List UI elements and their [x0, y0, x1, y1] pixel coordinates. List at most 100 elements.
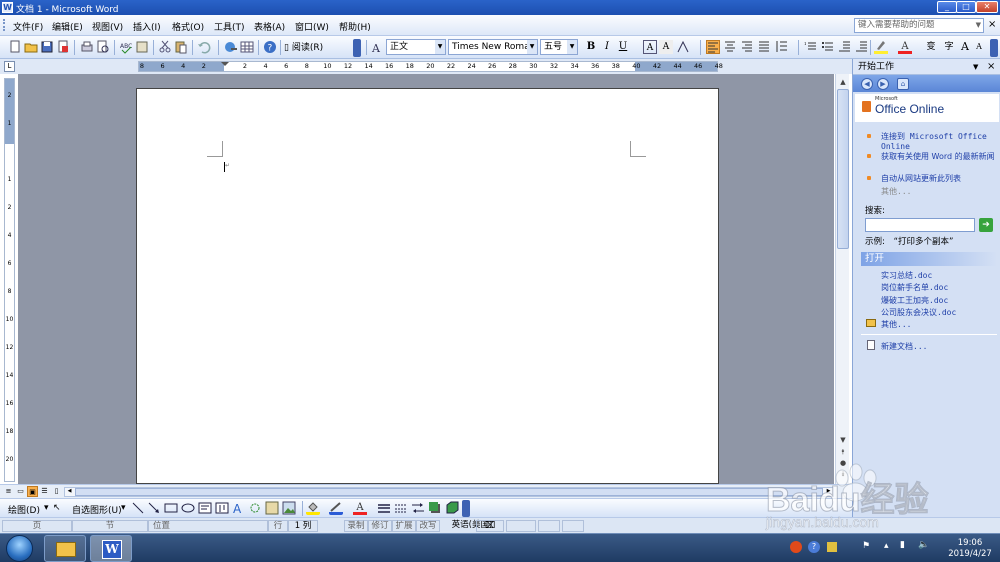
menu-table[interactable]: 表格(A) — [254, 20, 285, 33]
undo-icon[interactable] — [197, 40, 211, 54]
forward-icon[interactable]: ▶ — [877, 78, 889, 90]
normal-view-icon[interactable]: ≡ — [3, 486, 14, 497]
3d-style-icon[interactable] — [445, 501, 459, 515]
select-objects-icon[interactable]: ↖ — [53, 503, 61, 513]
char-border-button[interactable]: A — [643, 40, 657, 54]
autoshapes-button[interactable]: 自选图形(U) — [72, 503, 122, 516]
toolbar-options-icon[interactable] — [462, 500, 470, 517]
spelling-status-icon[interactable]: ⌧ — [476, 520, 504, 532]
status-extend[interactable]: 扩展 — [392, 520, 416, 532]
font-size-select[interactable]: 五号 ▼ — [540, 39, 578, 55]
font-select[interactable]: Times New Roman ▼ — [448, 39, 538, 55]
recent-file-1[interactable]: 实习总结.doc — [881, 271, 999, 281]
next-page-icon[interactable]: ⯯ — [837, 468, 849, 480]
line-style-icon[interactable] — [377, 501, 391, 515]
recent-file-4[interactable]: 公司股东会决议.doc — [881, 308, 999, 318]
rectangle-tool-icon[interactable] — [164, 501, 178, 515]
phonetic-guide-icon[interactable] — [676, 40, 690, 54]
styles-pane-icon[interactable]: A — [370, 40, 384, 54]
arrow-tool-icon[interactable] — [147, 501, 161, 515]
vertical-ruler[interactable]: 2 1 1 2 4 6 8 10 12 14 16 18 20 — [4, 78, 15, 482]
bold-button[interactable]: B — [584, 40, 598, 54]
oval-tool-icon[interactable] — [181, 501, 195, 515]
paste-icon[interactable] — [174, 40, 188, 54]
page-view-icon[interactable]: ▣ — [27, 486, 38, 497]
reading-view-icon[interactable]: ▯ — [51, 486, 62, 497]
shrink-font-button[interactable]: A — [972, 40, 986, 54]
volume-icon[interactable]: 🔈 — [918, 540, 929, 550]
outline-view-icon[interactable]: ☰ — [39, 486, 50, 497]
maximize-button[interactable]: □ — [956, 1, 976, 13]
menu-window[interactable]: 窗口(W) — [295, 20, 329, 33]
style-select[interactable]: 正文 ▼ — [386, 39, 446, 55]
network-icon[interactable]: ▮ — [900, 540, 905, 550]
toolbar-options-icon[interactable] — [990, 39, 998, 57]
save-icon[interactable] — [40, 40, 54, 54]
menu-file[interactable]: 文件(F) — [13, 20, 43, 33]
web-view-icon[interactable]: ▭ — [15, 486, 26, 497]
table-icon[interactable] — [240, 40, 254, 54]
first-line-indent-marker[interactable] — [221, 62, 229, 66]
decrease-indent-button[interactable] — [837, 40, 851, 54]
hyperlink-icon[interactable] — [224, 40, 238, 54]
menu-tools[interactable]: 工具(T) — [214, 20, 245, 33]
back-icon[interactable]: ◀ — [861, 78, 873, 90]
diagram-icon[interactable] — [248, 501, 262, 515]
help-icon[interactable]: ? — [263, 40, 277, 54]
menu-help[interactable]: 帮助(H) — [339, 20, 371, 33]
close-pane-icon[interactable]: × — [987, 59, 995, 75]
fill-color-icon[interactable] — [306, 501, 320, 515]
permission-icon[interactable] — [56, 40, 70, 54]
tray-icon[interactable] — [827, 542, 837, 552]
task-pane-header[interactable]: 开始工作 ▼ × — [853, 59, 1000, 75]
underline-button[interactable]: U — [616, 40, 630, 54]
word-taskbar-button[interactable]: W — [90, 535, 132, 562]
align-left-button[interactable] — [706, 40, 720, 54]
font-color-button[interactable]: A — [898, 40, 912, 54]
menu-grip[interactable] — [3, 19, 6, 31]
new-doc-icon[interactable] — [8, 40, 22, 54]
sogou-ime-icon[interactable] — [790, 541, 802, 553]
status-record[interactable]: 录制 — [344, 520, 368, 532]
help-tray-icon[interactable]: ? — [808, 541, 820, 553]
dash-style-icon[interactable] — [394, 501, 408, 515]
print-icon[interactable] — [80, 40, 94, 54]
menu-view[interactable]: 视图(V) — [92, 20, 123, 33]
chevron-down-icon[interactable]: ▼ — [973, 59, 978, 75]
scroll-up-icon[interactable]: ▲ — [837, 76, 849, 88]
recent-file-3[interactable]: 爆破工王加亮.doc — [881, 296, 999, 306]
menu-insert[interactable]: 插入(I) — [133, 20, 161, 33]
link-auto-update[interactable]: 自动从网站更新此列表 — [881, 174, 999, 184]
enclose-char-button[interactable]: 字 — [942, 40, 956, 54]
link-more[interactable]: 其他... — [881, 187, 999, 197]
taskbar-clock[interactable]: 19:06 2019/4/27 — [940, 538, 1000, 560]
document-page[interactable]: ↵ — [136, 88, 719, 484]
flag-icon[interactable]: ⚑ — [862, 541, 870, 551]
horizontal-scrollbar[interactable]: ◀ ▶ — [64, 487, 834, 497]
highlight-button[interactable] — [874, 40, 888, 54]
home-icon[interactable]: ⌂ — [897, 78, 909, 90]
line-tool-icon[interactable] — [131, 501, 145, 515]
toolbar-options-icon[interactable] — [353, 39, 361, 57]
scroll-left-icon[interactable]: ◀ — [65, 488, 74, 496]
print-preview-icon[interactable] — [96, 40, 110, 54]
textbox-tool-icon[interactable] — [198, 501, 212, 515]
minimize-button[interactable]: _ — [937, 1, 957, 13]
link-connect-office-online[interactable]: 连接到 Microsoft Office Online — [881, 132, 999, 152]
draw-font-color-icon[interactable]: A — [353, 501, 367, 515]
line-color-icon[interactable] — [329, 501, 343, 515]
task-pane-search-input[interactable] — [865, 218, 975, 232]
picture-icon[interactable] — [282, 501, 296, 515]
line-spacing-button[interactable] — [774, 40, 788, 54]
open-more-link[interactable]: 其他... — [881, 320, 999, 330]
status-track[interactable]: 修订 — [368, 520, 392, 532]
char-scale-button[interactable]: 变 — [924, 40, 938, 54]
menu-edit[interactable]: 编辑(E) — [52, 20, 83, 33]
close-doc-icon[interactable]: × — [988, 19, 996, 30]
vertical-scrollbar[interactable]: ▲ ▼ ⯭ ● ⯯ — [835, 74, 849, 484]
scroll-right-icon[interactable]: ▶ — [824, 488, 833, 496]
help-search-input[interactable]: 键入需要帮助的问题 ▼ — [854, 18, 984, 33]
close-button[interactable]: ✕ — [976, 1, 998, 13]
numbering-button[interactable]: 1 — [803, 40, 817, 54]
explorer-taskbar-button[interactable] — [44, 535, 86, 562]
